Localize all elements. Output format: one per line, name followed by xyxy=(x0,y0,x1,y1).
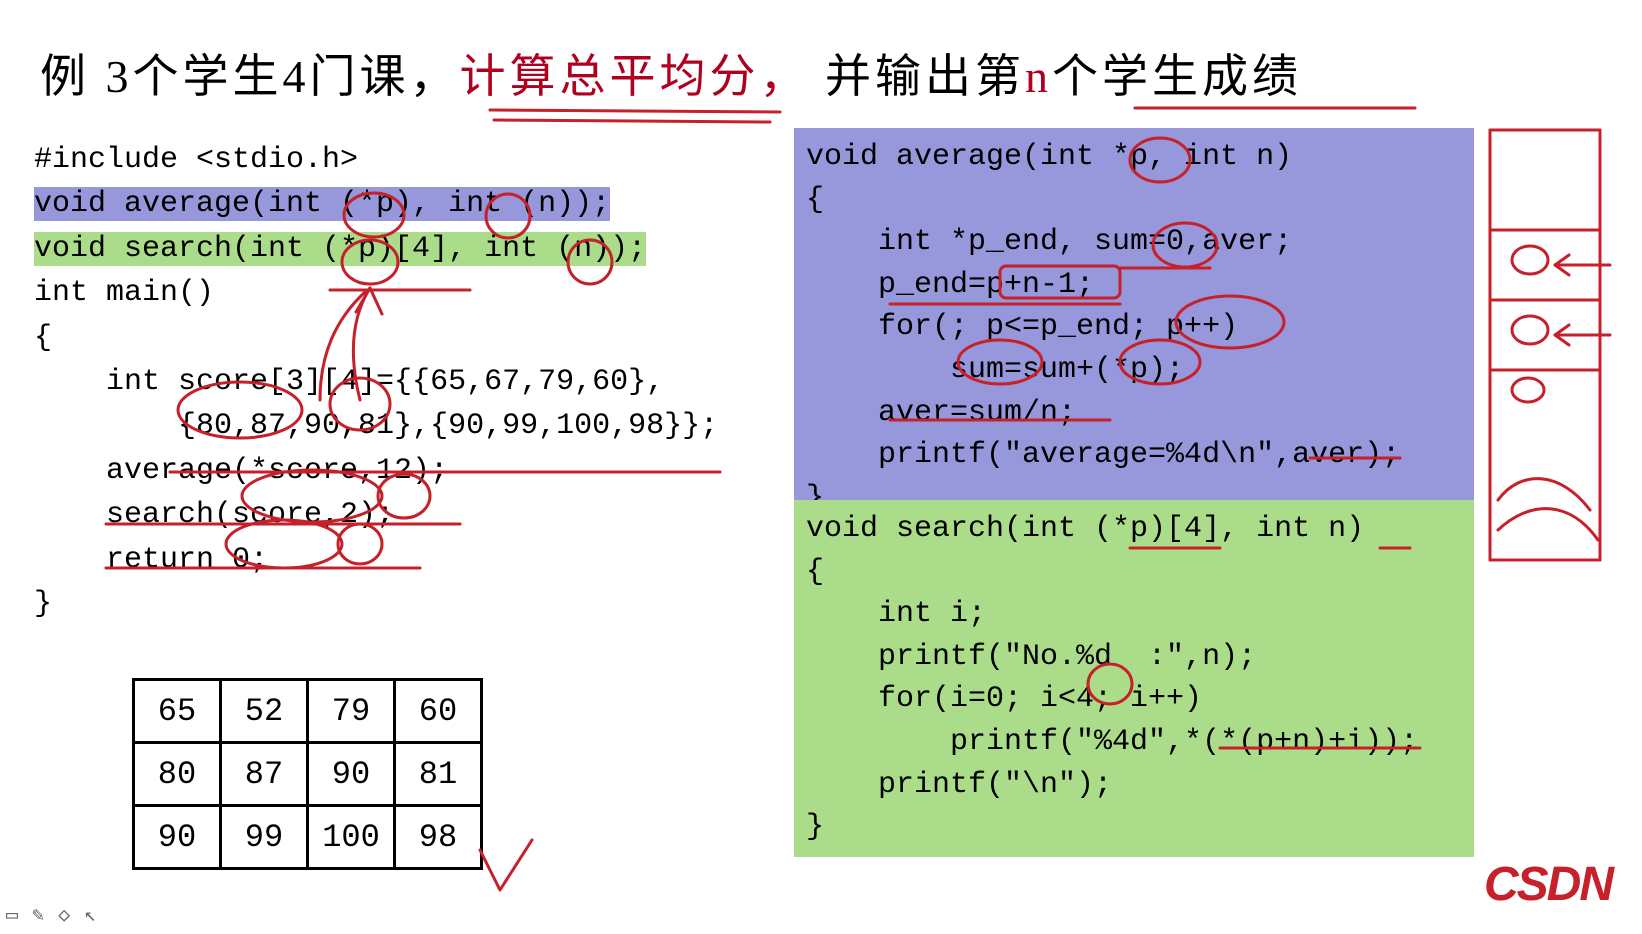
title-seg-4: n xyxy=(1025,51,1052,102)
code-line: printf("\n"); xyxy=(806,764,1462,807)
cell: 80 xyxy=(134,743,221,806)
code-line: search(score,2); xyxy=(34,493,718,537)
cell: 81 xyxy=(395,743,482,806)
toolbar: ▭ ✎ ◇ ↖ xyxy=(6,902,96,928)
code-line: #include <stdio.h> xyxy=(34,138,718,182)
cell: 99 xyxy=(221,806,308,869)
code-search-function: void search(int (*p)[4], int n) { int i;… xyxy=(794,500,1474,857)
proto-search: void search(int (*p)[4], int (n)); xyxy=(34,232,646,266)
draw-icon[interactable]: ▭ xyxy=(6,902,18,928)
cell: 52 xyxy=(221,680,308,743)
code-line: int main() xyxy=(34,271,718,315)
cell: 90 xyxy=(308,743,395,806)
table-row: 90 99 100 98 xyxy=(134,806,482,869)
cell: 90 xyxy=(134,806,221,869)
title-seg-1: 例 3个学生4门课， xyxy=(40,51,460,102)
table-row: 65 52 79 60 xyxy=(134,680,482,743)
code-line: p_end=p+n-1; xyxy=(806,264,1462,307)
code-average-function: void average(int *p, int n) { int *p_end… xyxy=(794,128,1474,527)
code-line: for(i=0; i<4; i++) xyxy=(806,678,1462,721)
code-main: #include <stdio.h> void average(int (*p)… xyxy=(34,138,718,626)
code-line: sum=sum+(*p); xyxy=(806,349,1462,392)
cell: 87 xyxy=(221,743,308,806)
code-line: return 0; xyxy=(34,538,718,582)
cell: 60 xyxy=(395,680,482,743)
code-line: int i; xyxy=(806,593,1462,636)
proto-average: void average(int (*p), int (n)); xyxy=(34,187,610,221)
page-title: 例 3个学生4门课，计算总平均分， 并输出第n个学生成绩 xyxy=(40,40,1342,106)
code-line: int score[3][4]={{65,67,79,60}, xyxy=(34,360,718,404)
code-line: printf("No.%d :",n); xyxy=(806,636,1462,679)
code-line: int *p_end, sum=0,aver; xyxy=(806,221,1462,264)
code-line: { xyxy=(806,179,1462,222)
cell: 65 xyxy=(134,680,221,743)
title-seg-5: 个学生成绩 xyxy=(1052,51,1302,102)
cell: 79 xyxy=(308,680,395,743)
code-line: {80,87,90,81},{90,99,100,98}}; xyxy=(34,404,718,448)
code-line: printf("average=%4d\n",aver); xyxy=(806,434,1462,477)
code-line: void search(int (*p)[4], int n) xyxy=(806,508,1462,551)
code-line: void search(int (*p)[4], int (n)); xyxy=(34,227,718,271)
code-line: } xyxy=(34,582,718,626)
code-line: for(; p<=p_end; p++) xyxy=(806,306,1462,349)
cell: 98 xyxy=(395,806,482,869)
code-line: { xyxy=(34,316,718,360)
score-table: 65 52 79 60 80 87 90 81 90 99 100 98 xyxy=(132,678,483,870)
title-seg-2: 计算总平均分， xyxy=(460,51,810,102)
code-line: printf("%4d",*(*(p+n)+i)); xyxy=(806,721,1462,764)
code-line: aver=sum/n; xyxy=(806,392,1462,435)
code-line: { xyxy=(806,551,1462,594)
cursor-icon[interactable]: ↖ xyxy=(84,902,96,928)
csdn-logo: CSDN xyxy=(1484,857,1612,912)
title-seg-3: 并输出第 xyxy=(810,51,1026,102)
eraser-icon[interactable]: ◇ xyxy=(58,902,70,928)
pen-icon[interactable]: ✎ xyxy=(32,902,44,928)
code-line: average(*score,12); xyxy=(34,449,718,493)
code-line: } xyxy=(806,806,1462,849)
code-line: void average(int (*p), int (n)); xyxy=(34,182,718,226)
cell: 100 xyxy=(308,806,395,869)
table-row: 80 87 90 81 xyxy=(134,743,482,806)
code-line: void average(int *p, int n) xyxy=(806,136,1462,179)
